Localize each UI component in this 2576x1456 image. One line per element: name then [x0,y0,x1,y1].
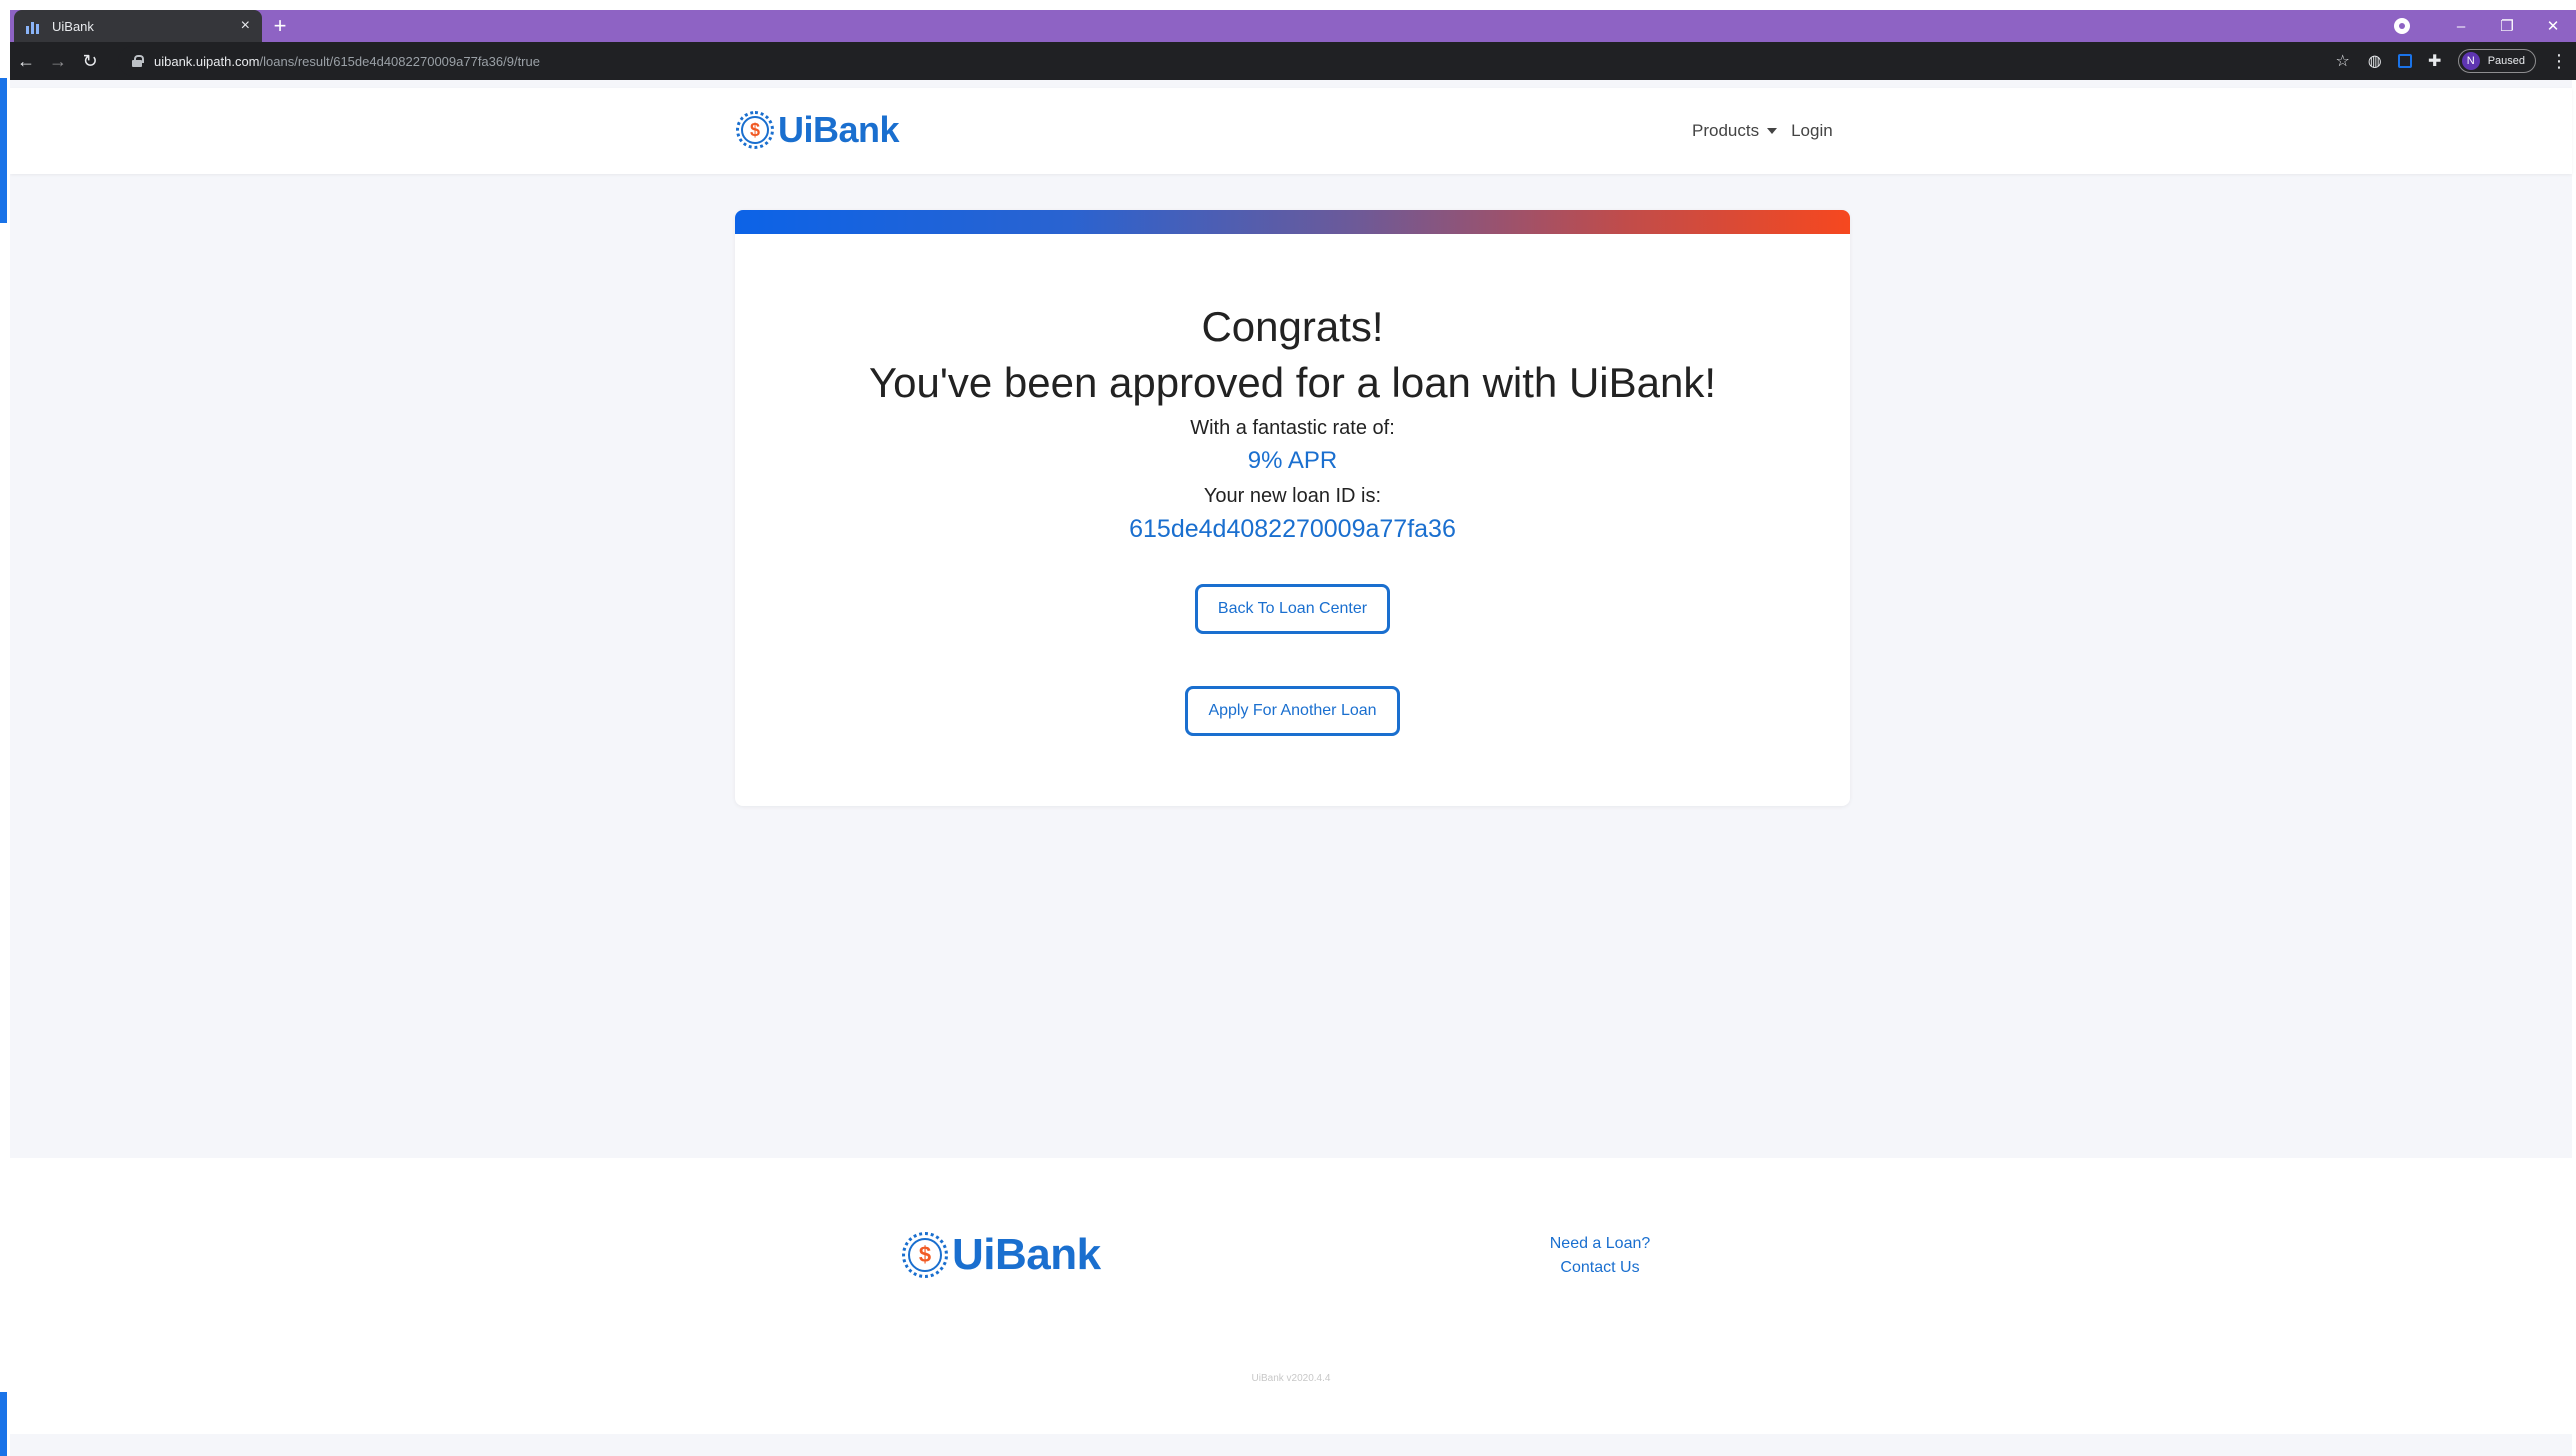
profile-status: Paused [2487,55,2525,67]
back-to-loan-center-button[interactable]: Back To Loan Center [1194,584,1391,634]
bank-favicon-icon [26,18,42,34]
new-tab-button[interactable]: + [268,14,292,38]
contact-us-link[interactable]: Contact Us [1510,1256,1690,1280]
rate-label: With a fantastic rate of: [1190,417,1395,439]
products-dropdown[interactable]: Products [1692,121,1778,141]
congrats-heading: Congrats! [1201,303,1384,350]
rate-value: 9% APR [1247,447,1338,474]
loan-result-card: Congrats! You've been approved for a loa… [735,210,1850,806]
brand-logo[interactable]: $ UiBank [736,106,900,154]
forward-button[interactable]: → [42,45,74,77]
footer-brand-name: UiBank [952,1230,1101,1279]
products-label: Products [1692,121,1760,140]
scrollbar[interactable] [2572,80,2576,1456]
page-viewport: $ UiBank Products Login Congrats! You've… [10,80,2576,1456]
toolbar-actions: ☆ ◍ ✚ N Paused ⋮ [2334,46,2568,76]
reload-button[interactable]: ↻ [74,45,106,77]
footer-links: Need a Loan? Contact Us [1510,1232,1690,1280]
tab-close-icon[interactable]: × [241,18,250,34]
coin-logo-icon: $ [736,111,774,149]
tab-uibank[interactable]: UiBank × [14,10,262,42]
extension-box-icon[interactable] [2397,54,2412,68]
dollar-icon: $ [908,1238,942,1272]
brand-name: UiBank [778,109,900,150]
nav-links: Products Login [1692,121,1833,141]
login-link[interactable]: Login [1791,121,1833,141]
tab-bar: UiBank × + – ❐ ✕ [10,10,2576,42]
browser-menu-icon[interactable]: ⋮ [2550,51,2568,72]
card-gradient-bar [735,210,1850,234]
caret-down-icon [1767,128,1778,134]
profile-button[interactable]: N Paused [2457,49,2536,73]
footer-brand-logo[interactable]: $ UiBank [902,1230,1101,1280]
tab-title: UiBank [52,18,94,34]
extension-shield-icon[interactable]: ◍ [2366,51,2384,71]
address-bar[interactable]: uibank.uipath.com /loans/result/615de4d4… [118,46,2396,76]
loan-id-label: Your new loan ID is: [1203,485,1382,507]
left-edge-accent [0,78,7,223]
lock-icon[interactable] [132,55,144,67]
extensions-puzzle-icon[interactable]: ✚ [2426,51,2444,71]
dollar-icon: $ [741,116,769,144]
approval-message: You've been approved for a loan with UiB… [868,359,1717,406]
browser-toolbar: ← → ↻ uibank.uipath.com /loans/result/61… [10,42,2576,80]
loan-id-value: 615de4d4082270009a77fa36 [1129,515,1456,543]
left-edge-accent [0,1392,7,1456]
url-path: /loans/result/615de4d4082270009a77fa36/9… [259,53,540,69]
left-edge-strip [0,0,10,1456]
apply-another-loan-button[interactable]: Apply For Another Loan [1185,686,1400,736]
card-body: Congrats! You've been approved for a loa… [735,300,1850,736]
profile-indicator-icon[interactable] [2394,18,2410,34]
minimize-button[interactable]: – [2438,18,2484,35]
url-host: uibank.uipath.com [154,53,260,69]
window-controls: – ❐ ✕ [2394,10,2576,42]
browser-window: UiBank × + – ❐ ✕ ← → ↻ uibank.uipath.com… [10,10,2576,1456]
version-text: UiBank v2020.4.4 [1251,1373,1331,1384]
coin-logo-icon: $ [902,1232,948,1278]
back-button[interactable]: ← [10,45,42,77]
restore-button[interactable]: ❐ [2484,17,2530,35]
site-navbar: $ UiBank Products Login [10,88,2572,174]
avatar: N [2461,52,2480,70]
site-footer: $ UiBank Need a Loan? Contact Us UiBank … [10,1158,2572,1434]
bookmark-star-icon[interactable]: ☆ [2334,51,2352,71]
close-window-button[interactable]: ✕ [2530,17,2576,35]
need-loan-link[interactable]: Need a Loan? [1510,1232,1690,1256]
